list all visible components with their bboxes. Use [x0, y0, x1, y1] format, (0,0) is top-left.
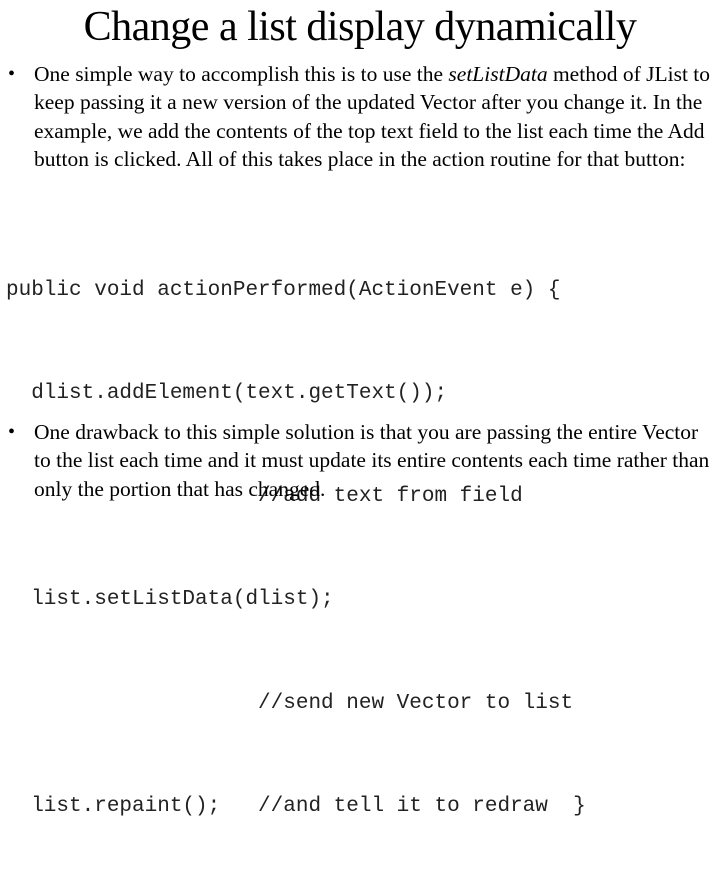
bullet-item-setlistdata: • One simple way to accomplish this is t…: [8, 60, 718, 174]
code-line: list.setListData(dlist);: [6, 588, 334, 612]
bullet-icon: •: [8, 421, 16, 443]
bullet-text: One drawback to this simple solution is …: [34, 420, 710, 501]
bullet-text: One simple way to accomplish this is to …: [34, 60, 718, 174]
bullet-icon: •: [8, 63, 16, 85]
slide-title: Change a list display dynamically: [83, 4, 637, 50]
method-name-emphasis: setListData: [448, 62, 548, 86]
code-line: //send new Vector to list: [6, 691, 574, 715]
bullet-item-drawback: • One drawback to this simple solution i…: [8, 418, 718, 503]
code-block: public void actionPerformed(ActionEvent …: [6, 205, 720, 893]
bullet-text-before: One simple way to accomplish this is to …: [34, 62, 449, 86]
code-line: public void actionPerformed(ActionEvent …: [6, 278, 561, 302]
code-line: list.repaint(); //and tell it to redraw …: [6, 794, 586, 818]
code-line: dlist.addElement(text.getText());: [6, 382, 448, 406]
